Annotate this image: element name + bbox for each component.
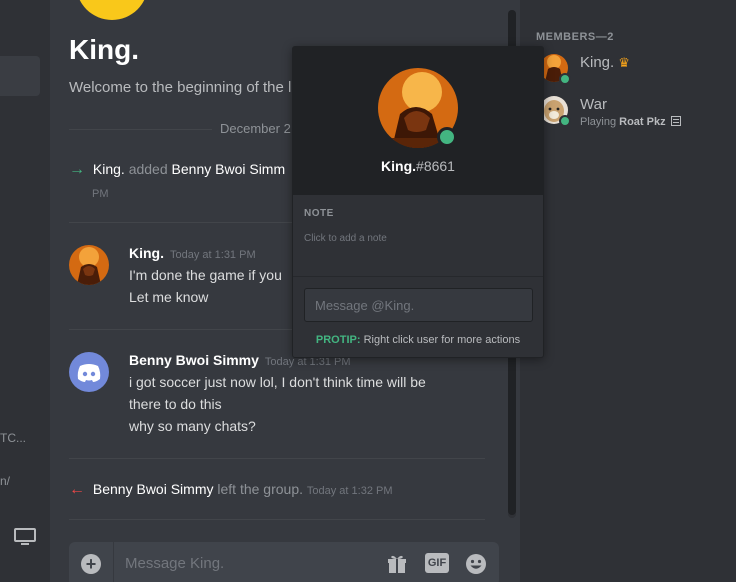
selected-channel-item[interactable] xyxy=(0,56,40,96)
system-actor[interactable]: Benny Bwoi Simmy xyxy=(93,481,214,497)
activity-game: Roat Pkz xyxy=(619,116,666,128)
emoji-icon[interactable] xyxy=(465,553,487,575)
gif-button[interactable]: GIF xyxy=(425,553,449,573)
system-target[interactable]: Benny Bwoi Simm xyxy=(172,161,286,177)
sidebar-fragment-text[interactable]: TC... xyxy=(0,431,26,445)
channel-title: King. xyxy=(69,34,139,65)
member-item[interactable]: War Playing Roat Pkz xyxy=(540,96,730,136)
author-avatar[interactable] xyxy=(69,245,109,285)
message-author-line: King. Today at 1:31 PM xyxy=(129,245,256,261)
system-action: left the group. xyxy=(217,481,303,497)
members-header: MEMBERS—2 xyxy=(536,31,614,43)
popout-header: King.#8661 xyxy=(293,47,543,195)
system-message: → King. added Benny Bwoi Simm xyxy=(69,161,285,179)
protip: PROTIP: Right click user for more action… xyxy=(293,334,543,346)
channel-avatar xyxy=(76,0,148,20)
rich-presence-icon xyxy=(670,116,681,126)
popout-user-tag: King.#8661 xyxy=(293,158,543,174)
popout-message-input[interactable]: Message @King. xyxy=(304,288,533,322)
date-divider-label: December 2 xyxy=(220,121,291,136)
popout-divider xyxy=(293,276,543,277)
author-avatar[interactable] xyxy=(69,352,109,392)
message-timestamp: Today at 1:31 PM xyxy=(170,249,256,261)
message-divider xyxy=(69,519,485,520)
channel-sidebar: TC... n/ xyxy=(0,0,50,582)
leave-arrow-icon: ← xyxy=(69,481,85,498)
message-text: Let me know xyxy=(129,289,209,305)
message-text: there to do this xyxy=(129,396,222,412)
member-item[interactable]: King. ♛ xyxy=(540,54,730,94)
screen-share-icon[interactable] xyxy=(14,528,36,546)
member-name: War xyxy=(580,96,607,113)
system-timestamp: Today at 1:32 PM xyxy=(306,485,393,497)
system-time-tail: PM xyxy=(92,184,109,200)
online-status-dot xyxy=(559,115,571,127)
message-text: why so many chats? xyxy=(129,418,256,434)
activity-prefix: Playing xyxy=(580,116,617,128)
message-author[interactable]: King. xyxy=(129,245,164,261)
gift-icon[interactable] xyxy=(387,554,407,574)
message-text: I'm done the game if you xyxy=(129,267,282,283)
user-profile-popout: King.#8661 NOTE Click to add a note Mess… xyxy=(292,46,544,358)
channel-welcome: Welcome to the beginning of the l xyxy=(69,79,292,96)
message-text: i got soccer just now lol, I don't think… xyxy=(129,374,426,390)
member-name-line: King. ♛ xyxy=(580,54,630,71)
member-activity: Playing Roat Pkz xyxy=(580,116,681,128)
protip-label: PROTIP: xyxy=(315,334,361,346)
system-message: ← Benny Bwoi Simmy left the group. Today… xyxy=(69,481,393,499)
message-divider xyxy=(69,458,485,459)
members-panel: MEMBERS—2 King. ♛ War Playing Roat Pkz xyxy=(520,0,736,582)
popout-discriminator: #8661 xyxy=(416,158,455,174)
message-composer: + Message King. GIF xyxy=(69,542,499,582)
member-name: King. xyxy=(580,54,615,71)
upload-plus-icon[interactable]: + xyxy=(81,554,101,574)
join-arrow-icon: → xyxy=(69,161,85,178)
discord-logo-icon xyxy=(77,364,101,382)
note-header: NOTE xyxy=(304,208,334,219)
system-actor[interactable]: King. xyxy=(93,161,125,177)
message-author[interactable]: Benny Bwoi Simmy xyxy=(129,352,259,368)
popout-username: King. xyxy=(381,158,417,174)
message-input[interactable]: Message King. xyxy=(125,555,224,572)
sidebar-fragment-text[interactable]: n/ xyxy=(0,474,10,488)
system-action: added xyxy=(128,161,168,177)
crown-icon: ♛ xyxy=(618,55,630,70)
lion-avatar-image xyxy=(69,245,109,285)
online-status-dot xyxy=(559,73,571,85)
protip-text: Right click user for more actions xyxy=(360,334,521,346)
note-field[interactable]: Click to add a note xyxy=(304,233,387,244)
composer-divider xyxy=(113,542,114,582)
system-timestamp: PM xyxy=(92,188,109,200)
online-status-dot xyxy=(437,127,457,147)
